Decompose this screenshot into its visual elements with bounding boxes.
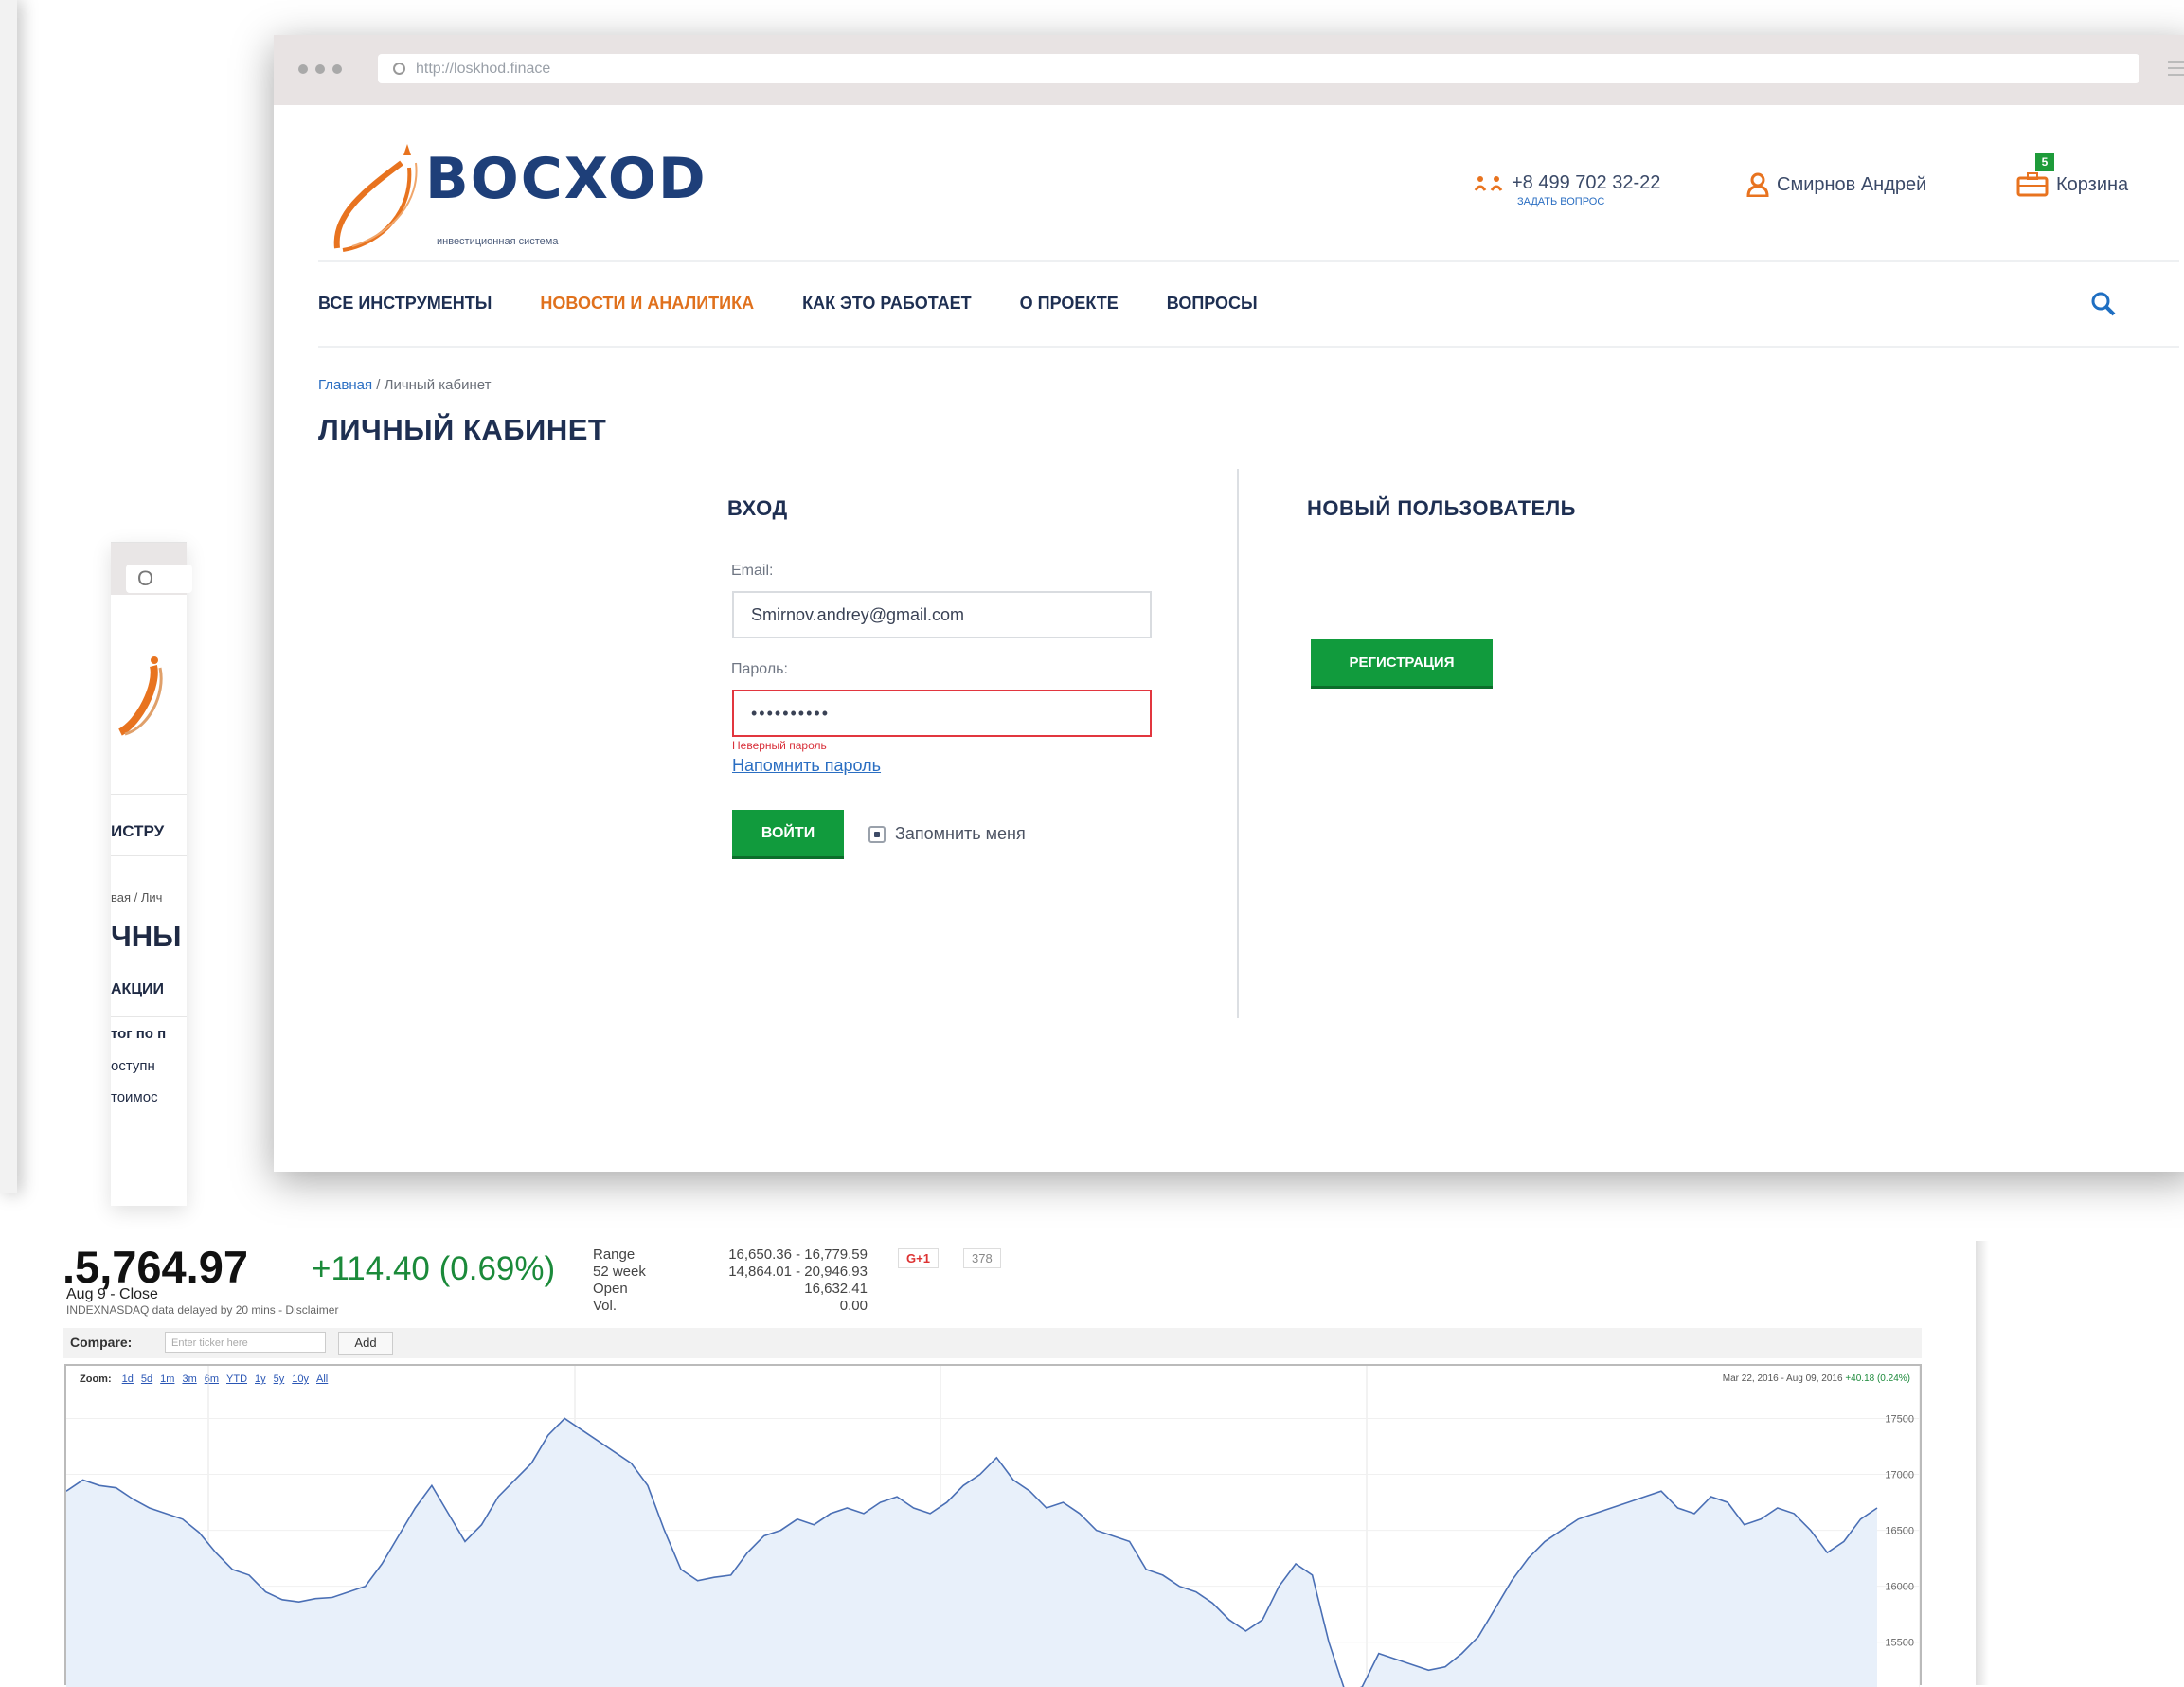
password-field[interactable] <box>732 690 1152 737</box>
nav-item-how-it-works[interactable]: КАК ЭТО РАБОТАЕТ <box>802 294 972 314</box>
background-url-bar: O <box>126 565 192 593</box>
logo-tagline: инвестиционная система <box>437 236 559 247</box>
window-controls[interactable] <box>298 64 342 74</box>
hamburger-menu-icon[interactable] <box>2158 56 2184 84</box>
close-date: Aug 9 - Close <box>66 1286 158 1302</box>
background-text-line: оступн <box>111 1058 155 1074</box>
stat-row: Range 16,650.36 - 16,779.59 <box>593 1247 868 1263</box>
password-label: Пароль: <box>731 661 788 677</box>
divider <box>111 794 187 795</box>
nav-item-questions[interactable]: ВОПРОСЫ <box>1167 294 1258 314</box>
shadow <box>1976 1241 1989 1685</box>
phone-number[interactable]: +8 499 702 32-22 <box>1512 172 1660 193</box>
remember-me-label: Запомнить меня <box>895 824 1026 843</box>
y-tick-label: 16000 <box>1885 1582 1914 1593</box>
background-logo-icon <box>117 656 163 736</box>
compare-bar: Compare: Enter ticker here Add <box>63 1328 1922 1358</box>
header-divider <box>318 260 2179 262</box>
background-window-edge <box>0 0 17 1193</box>
ask-question-link[interactable]: ЗАДАТЬ ВОПРОС <box>1517 196 1604 207</box>
google-plus-button[interactable]: G+1 <box>898 1248 939 1268</box>
nav-item-news-analytics[interactable]: НОВОСТИ И АНАЛИТИКА <box>540 294 754 314</box>
background-title: ЧНЫ <box>111 920 182 953</box>
main-navigation: ВСЕ ИНСТРУМЕНТЫ НОВОСТИ И АНАЛИТИКА КАК … <box>318 294 1306 314</box>
share-count: 378 <box>963 1248 1001 1268</box>
stock-chart[interactable]: Zoom: 1d 5d 1m 3m 6m YTD 1y 5y 10y All Mar 22, 20… <box>64 1364 1922 1687</box>
stock-change: +114.40 (0.69%) <box>312 1250 556 1287</box>
compare-label: Compare: <box>70 1335 133 1350</box>
briefcase-icon <box>2016 172 2049 197</box>
search-icon[interactable] <box>2090 291 2117 317</box>
user-icon <box>1746 172 1769 197</box>
browser-window: http://loskhod.finace BOCXOD инвестицион… <box>274 35 2184 1172</box>
divider <box>111 855 187 856</box>
stock-widget: .5,764.97 +114.40 (0.69%) Aug 9 - Close … <box>0 1241 1989 1687</box>
browser-toolbar: http://loskhod.finace <box>274 35 2184 105</box>
reload-icon[interactable] <box>393 63 405 75</box>
y-tick-label: 15500 <box>1885 1638 1914 1649</box>
background-section: АКЦИИ <box>111 981 165 997</box>
header-cart[interactable]: Корзина <box>2016 172 2128 197</box>
breadcrumb-home[interactable]: Главная <box>318 377 372 393</box>
y-tick-label: 17000 <box>1885 1470 1914 1481</box>
cart-count-badge: 5 <box>2035 153 2054 171</box>
email-label: Email: <box>731 563 774 579</box>
background-breadcrumb: вая / Лич <box>111 890 163 905</box>
rocket-swoosh-icon <box>333 144 418 252</box>
nav-item-all-instruments[interactable]: ВСЕ ИНСТРУМЕНТЫ <box>318 294 492 314</box>
address-bar[interactable]: http://loskhod.finace <box>378 54 2139 83</box>
y-tick-label: 16500 <box>1885 1526 1914 1537</box>
phone-people-icon <box>1474 175 1503 191</box>
chart-plot: 15500 16000 16500 17000 17500 <box>66 1366 1920 1687</box>
password-error-message: Неверный пароль <box>732 739 827 752</box>
breadcrumb-current: / Личный кабинет <box>376 377 492 393</box>
delay-disclaimer[interactable]: INDEXNASDAQ data delayed by 20 mins - Di… <box>66 1303 338 1317</box>
site-logo[interactable]: BOCXOD инвестиционная система <box>326 125 761 258</box>
area-fill <box>66 1418 1877 1687</box>
page-title: ЛИЧНЫЙ КАБИНЕТ <box>318 413 607 446</box>
checkbox-checked-icon[interactable] <box>868 825 886 843</box>
remind-password-link[interactable]: Напомнить пароль <box>732 756 881 776</box>
register-button[interactable]: РЕГИСТРАЦИЯ <box>1311 639 1493 689</box>
user-name[interactable]: Смирнов Андрей <box>1777 174 1926 196</box>
background-nav-text: ИСТРУ <box>111 822 165 840</box>
breadcrumb: Главная / Личный кабинет <box>318 377 491 393</box>
nav-item-about[interactable]: О ПРОЕКТЕ <box>1020 294 1119 314</box>
stat-row: Open 16,632.41 <box>593 1281 868 1297</box>
url-text: http://loskhod.finace <box>416 61 551 77</box>
cart-label[interactable]: Корзина <box>2056 174 2128 196</box>
background-text-line: тог по п <box>111 1026 167 1042</box>
background-text-line: тоимос <box>111 1089 158 1105</box>
email-field[interactable] <box>732 591 1152 638</box>
compare-input[interactable]: Enter ticker here <box>165 1332 326 1353</box>
stat-row: Vol. 0.00 <box>593 1298 868 1314</box>
header-phone[interactable]: +8 499 702 32-22 ЗАДАТЬ ВОПРОС <box>1474 172 1660 207</box>
logo-wordmark: BOCXOD <box>425 146 707 212</box>
stock-price: .5,764.97 <box>63 1242 249 1292</box>
stat-row: 52 week 14,864.01 - 20,946.93 <box>593 1264 868 1280</box>
nav-divider <box>318 346 2179 348</box>
divider <box>111 1016 187 1017</box>
login-heading: ВХОД <box>727 496 788 520</box>
y-tick-label: 17500 <box>1885 1413 1914 1425</box>
new-user-heading: НОВЫЙ ПОЛЬЗОВАТЕЛЬ <box>1307 496 1576 520</box>
compare-add-button[interactable]: Add <box>338 1332 393 1355</box>
stock-stats: Range 16,650.36 - 16,779.59 52 week 14,864… <box>593 1247 868 1315</box>
remember-me-checkbox[interactable]: Запомнить меня <box>868 824 1026 844</box>
background-window-toolbar: O <box>111 543 192 595</box>
header-user[interactable]: Смирнов Андрей <box>1746 172 1926 197</box>
column-divider <box>1237 469 1239 1018</box>
login-button[interactable]: ВОЙТИ <box>732 810 844 859</box>
background-window: O ИСТРУ вая / Лич ЧНЫ АКЦИИ тог по п ост… <box>111 542 192 1206</box>
